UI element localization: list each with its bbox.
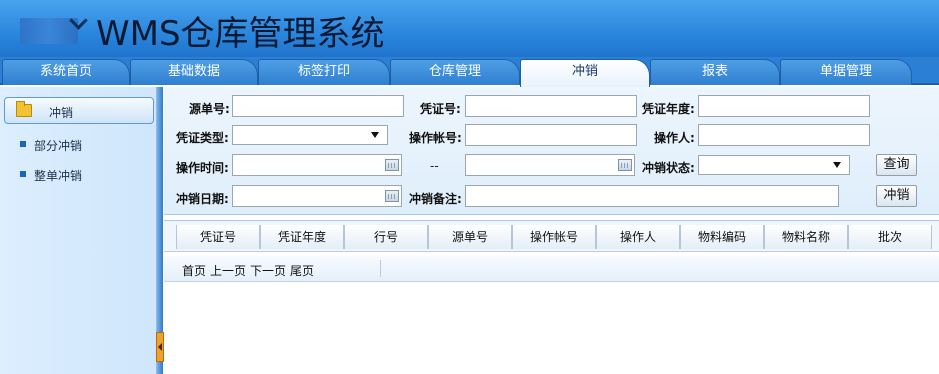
- pager-prev[interactable]: 上一页: [210, 264, 246, 278]
- folder-icon: [16, 101, 32, 117]
- operate-time-from-input[interactable]: [232, 154, 402, 176]
- tab-label-print[interactable]: 标签打印: [258, 59, 390, 85]
- pager-last[interactable]: 尾页: [290, 264, 314, 278]
- dropdown-arrow-icon: [371, 132, 379, 138]
- tab-reversal[interactable]: 冲销: [520, 59, 650, 87]
- reversal-status-select[interactable]: [698, 155, 850, 175]
- operator-label: 操作人:: [654, 131, 695, 145]
- calendar-icon[interactable]: [385, 190, 399, 202]
- column-header[interactable]: 凭证年度: [260, 225, 344, 249]
- query-button[interactable]: 查询: [876, 154, 917, 176]
- column-header[interactable]: 操作人: [596, 225, 680, 249]
- tab-home[interactable]: 系统首页: [2, 59, 130, 85]
- app-title: WMS仓库管理系统: [96, 14, 385, 54]
- column-header[interactable]: 行号: [344, 225, 428, 249]
- column-header[interactable]: 源单号: [428, 225, 512, 249]
- bullet-icon: [20, 171, 26, 177]
- column-header[interactable]: 凭证号: [176, 225, 260, 249]
- result-table-body: [164, 283, 939, 374]
- sidebar-item-full-reversal[interactable]: 整单冲销: [20, 167, 82, 184]
- pager: 首页 上一页 下一页 尾页: [164, 256, 939, 282]
- left-sidebar: 冲销 部分冲销 整单冲销: [0, 87, 157, 374]
- operator-account-input[interactable]: [465, 124, 637, 146]
- calendar-icon[interactable]: [618, 159, 632, 171]
- company-logo: [20, 18, 78, 44]
- column-header[interactable]: 物料名称: [764, 225, 848, 249]
- pager-divider: [380, 260, 381, 277]
- reversal-date-input[interactable]: [232, 185, 402, 207]
- operator-account-label: 操作帐号:: [409, 131, 462, 145]
- result-table-header: 凭证号 凭证年度 行号 源单号 操作帐号 操作人 物料编码 物料名称 批次: [164, 220, 939, 252]
- operate-time-to-input[interactable]: [465, 154, 635, 176]
- column-header[interactable]: 批次: [848, 225, 932, 249]
- pager-next[interactable]: 下一页: [250, 264, 286, 278]
- voucher-type-select[interactable]: [232, 125, 388, 145]
- voucher-year-input[interactable]: [698, 95, 870, 117]
- reversal-status-label: 冲销状态:: [642, 161, 695, 175]
- pager-first[interactable]: 首页: [182, 264, 206, 278]
- reversal-remark-label: 冲销备注:: [409, 192, 462, 206]
- reverse-button[interactable]: 冲销: [876, 185, 917, 207]
- column-header[interactable]: 物料编码: [680, 225, 764, 249]
- range-separator: --: [430, 159, 439, 173]
- reversal-remark-input[interactable]: [465, 185, 839, 207]
- tab-base-data[interactable]: 基础数据: [130, 59, 258, 85]
- sidebar-item-label: 部分冲销: [34, 139, 83, 153]
- operate-time-label: 操作时间:: [176, 161, 229, 175]
- sidebar-header-label: 冲销: [49, 106, 74, 120]
- search-form: 源单号: 凭证号: 凭证年度: 凭证类型: 操作帐号: 操作人: 操作时间: -…: [164, 87, 939, 215]
- calendar-icon[interactable]: [385, 159, 399, 171]
- sidebar-splitter[interactable]: [157, 87, 163, 374]
- voucher-type-label: 凭证类型:: [176, 131, 229, 145]
- bullet-icon: [20, 141, 26, 147]
- voucher-no-label: 凭证号:: [420, 102, 461, 116]
- main-tab-bar: 系统首页 基础数据 标签打印 仓库管理 冲销 报表 单据管理: [0, 57, 939, 87]
- sidebar-item-partial-reversal[interactable]: 部分冲销: [20, 137, 82, 154]
- source-no-label: 源单号:: [189, 102, 230, 116]
- tab-reports[interactable]: 报表: [650, 59, 780, 85]
- sidebar-header[interactable]: 冲销: [4, 97, 154, 124]
- dropdown-arrow-icon: [833, 162, 841, 168]
- reversal-date-label: 冲销日期:: [176, 192, 229, 206]
- sidebar-item-label: 整单冲销: [34, 169, 83, 183]
- column-header[interactable]: 操作帐号: [512, 225, 596, 249]
- source-no-input[interactable]: [232, 95, 404, 117]
- collapse-arrow-icon[interactable]: [156, 332, 164, 362]
- voucher-no-input[interactable]: [465, 95, 637, 117]
- operator-input[interactable]: [698, 124, 870, 146]
- tab-documents[interactable]: 单据管理: [780, 59, 912, 85]
- app-header: WMS仓库管理系统: [0, 0, 939, 57]
- pager-links: 首页 上一页 下一页 尾页: [182, 262, 318, 279]
- voucher-year-label: 凭证年度:: [642, 102, 695, 116]
- tab-warehouse[interactable]: 仓库管理: [390, 59, 520, 85]
